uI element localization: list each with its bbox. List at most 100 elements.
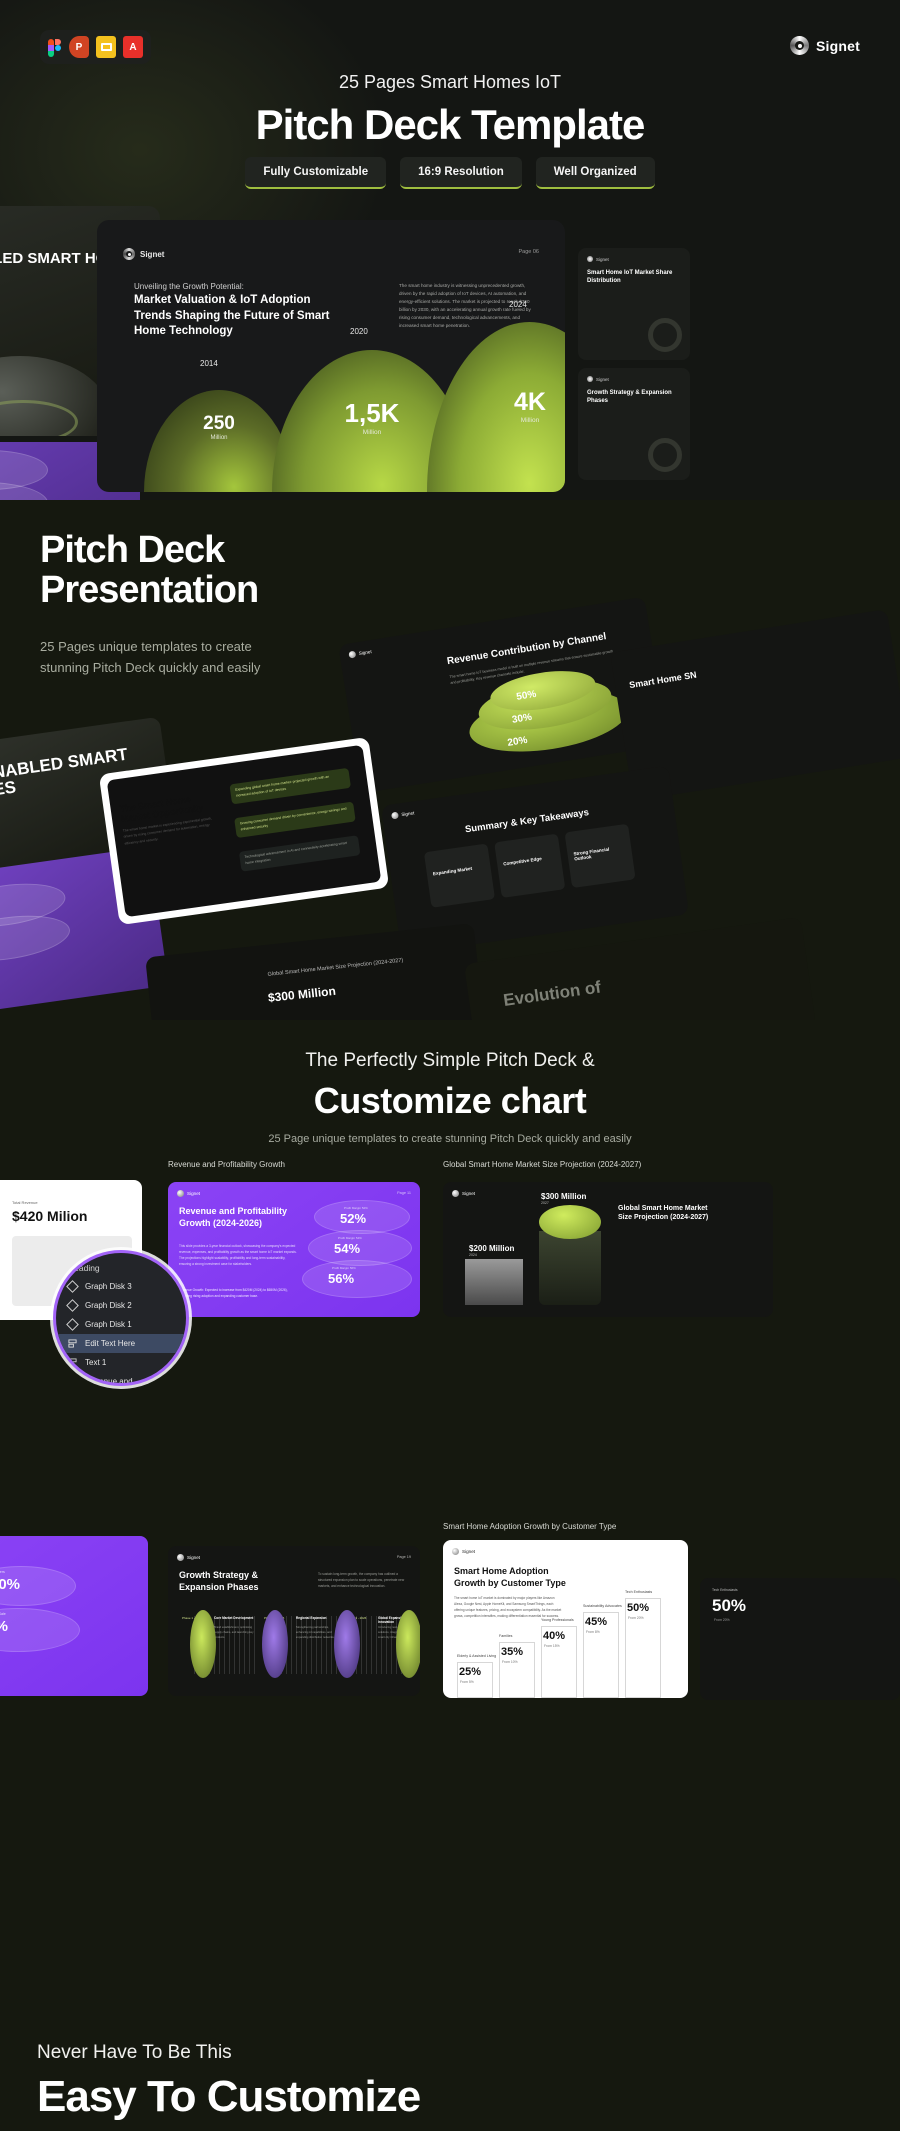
- bar-sub-tech: From 20%: [714, 1618, 730, 1622]
- card-revenue-contribution[interactable]: Others 40% Hardware Sale 60%: [0, 1536, 148, 1696]
- context-menu-magnifier[interactable]: Heading Graph Disk 3 Graph Disk 2 Graph …: [53, 1250, 189, 1386]
- slide-brand-name: Signet: [187, 1191, 201, 1196]
- menu-item-label: Graph Disk 3: [85, 1282, 132, 1291]
- gallery-bottom-section: Growth Strategy & Expansion Phases Smart…: [0, 1520, 900, 2131]
- dome-value-2024: 4K Million: [489, 388, 565, 424]
- signet-mark-icon: [587, 256, 593, 262]
- dome-value-2014: 250 Million: [183, 413, 255, 441]
- cylinder-2027-body: [539, 1231, 601, 1305]
- slide-brand: Signet: [177, 1554, 200, 1561]
- card-adoption-growth[interactable]: Signet Smart Home Adoption Growth by Cus…: [443, 1540, 688, 1698]
- section2-deck-preview: IoT-ENABLED SMART HOMES 52% 54% Signet R…: [0, 596, 900, 1020]
- card-tech-enthusiasts[interactable]: Tech Enthusiasts 50% From 20%: [700, 1578, 900, 1700]
- slide-market-valuation[interactable]: Signet Page 06 Unveiling the Growth Pote…: [97, 220, 565, 492]
- page-title: Pitch Deck Template: [255, 101, 646, 148]
- slide-brand: Signet: [177, 1190, 200, 1197]
- signet-mark-icon: [123, 248, 135, 260]
- bar-caption-tech: Tech Enthusiasts: [712, 1588, 738, 1592]
- slide-headline: Growth Strategy & Expansion Phases: [179, 1570, 259, 1592]
- slide-headline: Global Smart Home Market Size Projection…: [618, 1205, 709, 1222]
- dome-bar-chart: 2014 2020 2024 250 Million 1,5K Million …: [97, 300, 565, 492]
- summary-card-2: Competitive Edge: [494, 833, 566, 898]
- bar-caption-3: Young Professionals: [541, 1618, 574, 1622]
- slide-summary-takeaways[interactable]: Signet Summary & Key Takeaways Expanding…: [380, 765, 690, 955]
- slide-headline: Smart Home IoT Market Share Distribution: [587, 270, 673, 284]
- menu-item-graph-disk-1[interactable]: Graph Disk 1: [56, 1315, 186, 1334]
- card-global-market-size[interactable]: Signet Global Smart Home Market Size Pro…: [443, 1182, 773, 1317]
- unit-text: Million: [210, 435, 228, 441]
- signet-mark-icon: [452, 1548, 459, 1555]
- google-slides-icon[interactable]: [96, 36, 116, 58]
- slide-headline: Evolution of: [502, 977, 603, 1010]
- hero-deck-preview: Funding the Future of IoT-ENABLED SMART …: [0, 206, 900, 500]
- section2-title-line1: Pitch Deck: [40, 529, 225, 571]
- slide-paragraph: The smart home IoT market is dominated b…: [454, 1596, 562, 1618]
- disk-2: [0, 1608, 80, 1652]
- card-growth-strategy[interactable]: Signet Page 19 Growth Strategy & Expansi…: [168, 1546, 420, 1696]
- dome-value-2020: 1,5K Million: [325, 398, 419, 436]
- slide-market-share[interactable]: Signet Smart Home IoT Market Share Distr…: [578, 248, 690, 360]
- slide-headline: Growth Strategy & Expansion Phases: [587, 390, 672, 404]
- card-value: $420 Milion: [12, 1208, 88, 1224]
- unit-text: Million: [362, 429, 382, 436]
- summary-card-label: Expanding Market: [432, 865, 473, 877]
- slide-brand-name: Signet: [401, 810, 415, 818]
- layer-context-menu[interactable]: Heading Graph Disk 3 Graph Disk 2 Graph …: [56, 1253, 186, 1383]
- bar-value-1: 25%: [459, 1666, 482, 1678]
- footer-kicker: Never Have To Be This: [37, 2042, 232, 2063]
- slide-brand: Signet: [587, 376, 609, 382]
- slide-page-number: Page 11: [397, 1191, 411, 1195]
- slide-growth-strategy[interactable]: Signet Growth Strategy & Expansion Phase…: [578, 368, 690, 480]
- slide-brand-name: Signet: [140, 249, 165, 259]
- disk-value-2: 60%: [0, 1618, 8, 1635]
- signet-mark-icon: [390, 811, 399, 820]
- slide-brand-name: Signet: [462, 1549, 476, 1554]
- diamond-icon: [66, 1299, 79, 1312]
- menu-item-label: Graph Disk 1: [85, 1320, 132, 1329]
- bar-caption-1: Elderly & Assisted Living: [457, 1654, 497, 1658]
- slide-page-number: Page 06: [518, 249, 540, 255]
- menu-item-text-1[interactable]: Text 1: [56, 1353, 186, 1372]
- file-format-bar[interactable]: P A: [40, 30, 151, 64]
- diamond-icon: [66, 1280, 79, 1293]
- bar-value-2: 35%: [501, 1646, 524, 1658]
- disk-label-1: Others: [0, 1570, 5, 1574]
- slide-market-size-projection[interactable]: Global Smart Home Market Size Projection…: [145, 923, 485, 1020]
- pdf-icon[interactable]: A: [123, 36, 143, 58]
- footer-title: Easy To Customize: [37, 2072, 421, 2121]
- text-frame-icon: [68, 1358, 77, 1367]
- slide-page-number: Page 19: [396, 1555, 411, 1559]
- unit-text: Million: [520, 417, 540, 424]
- signet-mark-icon: [177, 1554, 184, 1561]
- chip-fully-customizable[interactable]: Fully Customizable: [245, 157, 387, 189]
- cylinder-year-2027: 2027: [541, 1201, 549, 1205]
- menu-item-edit-text-here[interactable]: Edit Text Here: [56, 1334, 186, 1353]
- brand-logo[interactable]: Signet: [790, 36, 860, 55]
- summary-card-label: Competitive Edge: [502, 856, 543, 867]
- presentation-section: Pitch Deck Presentation 25 Pages unique …: [0, 500, 900, 1020]
- cylinder-year-2024: 2024: [469, 1253, 477, 1257]
- cylinder-value-2024: $200 Million: [469, 1244, 515, 1253]
- bar-caption-2: Families: [499, 1634, 513, 1638]
- chip-resolution[interactable]: 16:9 Resolution: [400, 157, 522, 189]
- menu-item-label: Graph Disk 2: [85, 1301, 132, 1310]
- signet-mark-icon: [177, 1190, 184, 1197]
- powerpoint-icon[interactable]: P: [69, 36, 89, 58]
- menu-item-graph-disk-2[interactable]: Graph Disk 2: [56, 1296, 186, 1315]
- summary-card-1: Expanding Market: [423, 843, 496, 908]
- chip-well-organized[interactable]: Well Organized: [535, 157, 655, 189]
- decor-ring: [648, 438, 682, 472]
- menu-item-graph-disk-3[interactable]: Graph Disk 3: [56, 1277, 186, 1296]
- axis-label-2014: 2014: [200, 359, 218, 368]
- cylinder-value-2027: $300 Million: [541, 1192, 587, 1201]
- chart-gallery-bottom: Growth Strategy & Expansion Phases Smart…: [0, 1520, 900, 1940]
- summary-card-list: Expanding Market Competitive Edge Strong…: [423, 823, 636, 908]
- hero-kicker: 25 Pages Smart Homes IoT: [338, 72, 562, 92]
- slide-brand: Signet: [587, 256, 609, 262]
- market-size-value: $300 Million: [267, 983, 337, 1005]
- figma-icon[interactable]: [48, 36, 62, 58]
- slide-brand-name: Signet: [358, 649, 373, 657]
- slide-headline: Revenue and Profitability Growth (2024-2…: [179, 1206, 288, 1228]
- card-revenue-profitability[interactable]: Signet Page 11 Revenue and Profitability…: [168, 1182, 420, 1317]
- menu-heading: Heading: [68, 1263, 100, 1273]
